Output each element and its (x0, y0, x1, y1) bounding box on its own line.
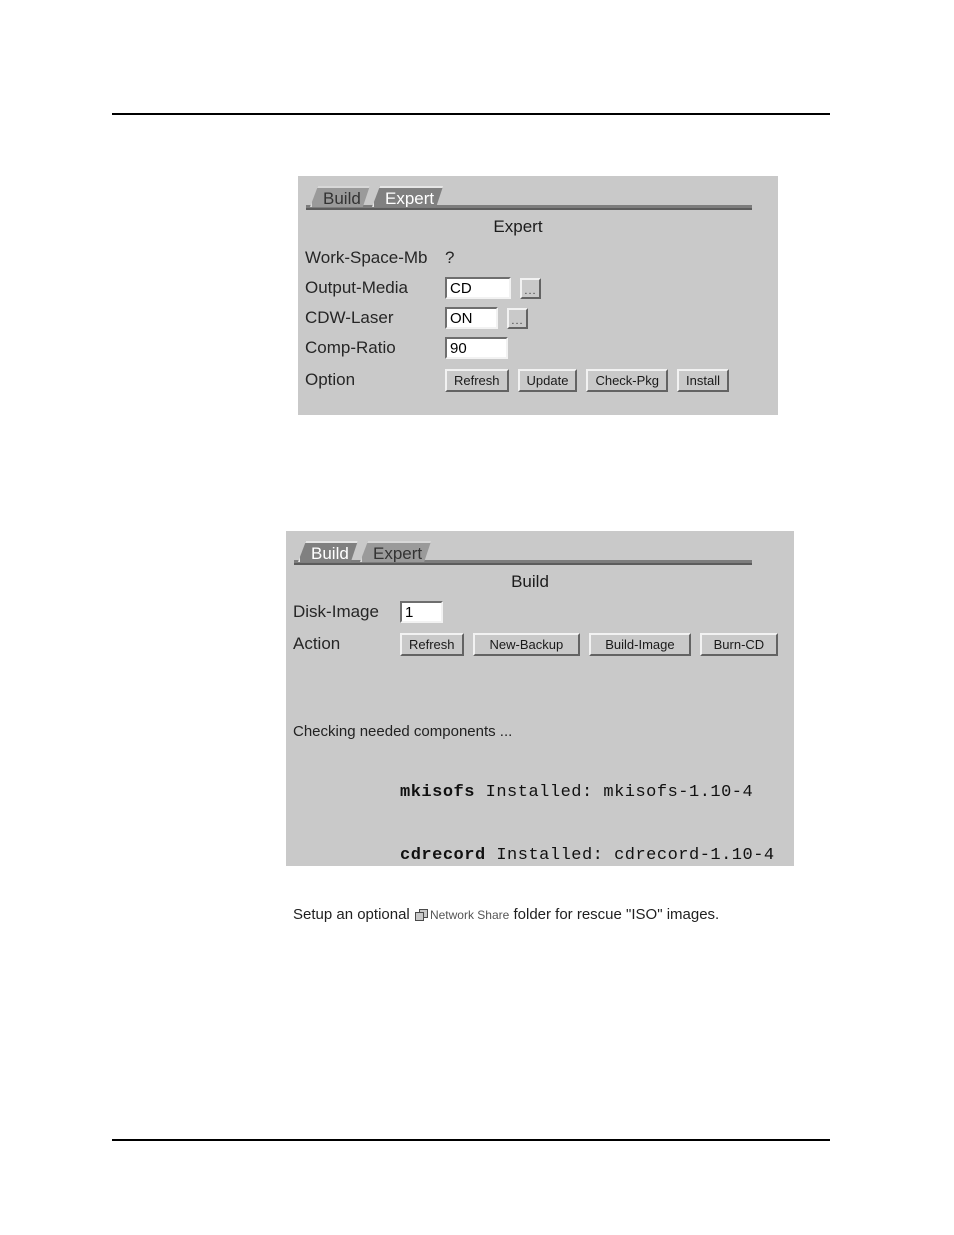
label-work-space-mb: Work-Space-Mb (305, 248, 428, 267)
footer-note-suffix: folder for rescue "ISO" images. (509, 906, 720, 923)
expert-panel: Build Expert Expert Work-Space-Mb ? Outp… (298, 176, 778, 415)
tab-expert[interactable]: Expert (360, 541, 431, 562)
expert-panel-heading: Expert (493, 217, 543, 236)
build-panel: Build Expert Build Disk-Image 1 Action R… (286, 531, 794, 923)
row-comp-ratio: Comp-Ratio 90 (305, 333, 778, 363)
build-output-area: Checking needed components ... mkisofs I… (293, 723, 794, 923)
expert-tabstrip: Build Expert (306, 184, 770, 210)
tabstrip-hairline (306, 208, 752, 210)
cdw-laser-input[interactable]: ON (445, 307, 498, 329)
row-option: Option Refresh Update Check-Pkg Install (305, 363, 778, 397)
label-comp-ratio: Comp-Ratio (305, 338, 396, 357)
network-share-icon[interactable] (414, 908, 428, 921)
row-cdw-laser: CDW-Laser ON ... (305, 303, 778, 333)
cdw-laser-browse-button[interactable]: ... (507, 307, 528, 329)
burn-cd-button[interactable]: Burn-CD (699, 632, 779, 656)
disk-image-input[interactable]: 1 (400, 601, 443, 623)
tab-build-label: Build (323, 189, 361, 208)
build-image-button[interactable]: Build-Image (589, 632, 691, 656)
build-panel-heading: Build (511, 572, 549, 591)
check-pkg-button[interactable]: Check-Pkg (586, 368, 669, 392)
console-line-mkisofs: mkisofs Installed: mkisofs-1.10-4 (293, 761, 794, 824)
label-disk-image: Disk-Image (293, 602, 379, 621)
page-header-rule (112, 113, 830, 115)
update-button[interactable]: Update (517, 368, 578, 392)
console-pkg-text-cdrecord: Installed: cdrecord-1.10-4 (485, 846, 775, 865)
label-cdw-laser: CDW-Laser (305, 308, 394, 327)
console-output: mkisofs Installed: mkisofs-1.10-4 cdreco… (293, 761, 794, 887)
refresh-button[interactable]: Refresh (400, 632, 464, 656)
tab-build-label: Build (311, 544, 349, 563)
label-option: Option (305, 370, 356, 389)
console-pkg-text-mkisofs: Installed: mkisofs-1.10-4 (474, 783, 754, 802)
build-tabstrip: Build Expert (294, 539, 786, 565)
footer-note-prefix: Setup an optional (293, 906, 414, 923)
install-button[interactable]: Install (677, 368, 729, 392)
page-footer-rule (112, 1139, 830, 1141)
row-work-space-mb: Work-Space-Mb ? (305, 243, 778, 273)
label-action: Action (293, 634, 341, 653)
build-form: Disk-Image 1 Action Refresh New-Backup B… (286, 597, 794, 923)
action-button-row: Refresh New-Backup Build-Image Burn-CD (400, 632, 787, 656)
expert-form: Work-Space-Mb ? Output-Media CD ... CDW-… (298, 243, 778, 397)
option-button-row: Refresh Update Check-Pkg Install (445, 368, 738, 392)
row-disk-image: Disk-Image 1 (293, 597, 794, 627)
label-output-media: Output-Media (305, 278, 408, 297)
tab-expert-label: Expert (373, 544, 423, 563)
tab-expert[interactable]: Expert (372, 186, 443, 207)
refresh-button[interactable]: Refresh (445, 368, 509, 392)
row-action: Action Refresh New-Backup Build-Image Bu… (293, 627, 794, 661)
tab-build[interactable]: Build (310, 186, 370, 207)
output-media-input[interactable]: CD (445, 277, 511, 299)
row-output-media: Output-Media CD ... (305, 273, 778, 303)
new-backup-button[interactable]: New-Backup (472, 632, 581, 656)
console-pkg-name-cdrecord: cdrecord (400, 846, 486, 865)
comp-ratio-input[interactable]: 90 (445, 337, 508, 359)
console-line-cdrecord: cdrecord Installed: cdrecord-1.10-4 (293, 824, 794, 887)
tab-expert-label: Expert (385, 189, 435, 208)
network-share-note: Setup an optional Network Share folder f… (293, 906, 794, 923)
console-pkg-name-mkisofs: mkisofs (400, 783, 475, 802)
output-media-browse-button[interactable]: ... (520, 277, 541, 299)
network-share-link[interactable]: Network Share (430, 908, 509, 922)
tabstrip-hairline (294, 563, 752, 565)
tab-build[interactable]: Build (298, 541, 358, 562)
status-line: Checking needed components ... (293, 723, 513, 740)
value-work-space-mb: ? (445, 248, 455, 267)
